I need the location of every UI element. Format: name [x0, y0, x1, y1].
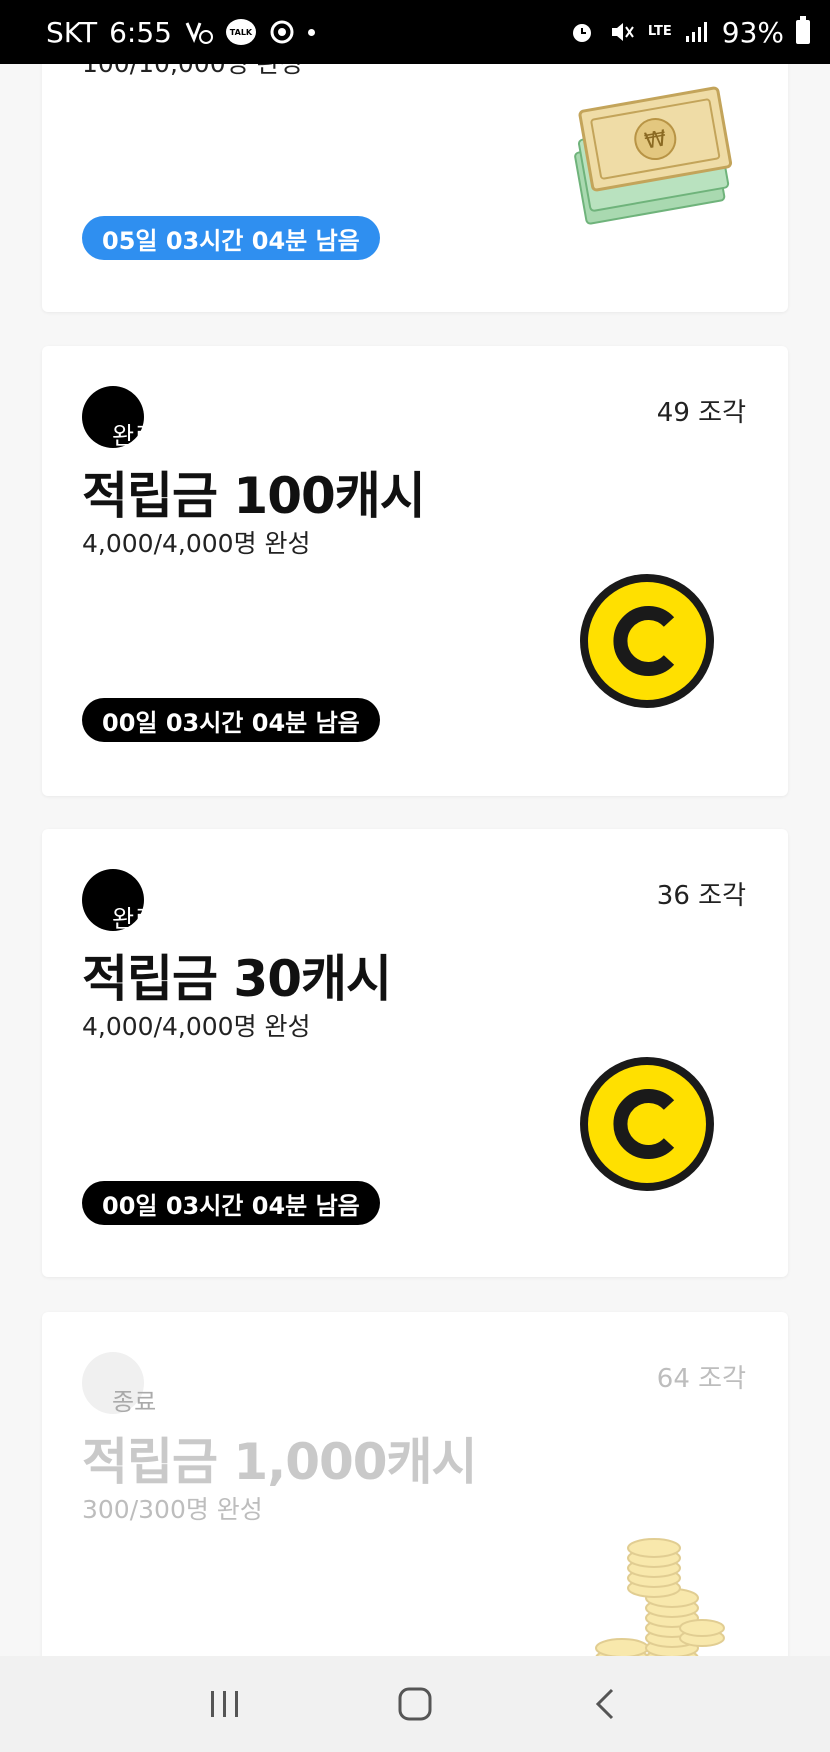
recent-apps-icon	[211, 1691, 238, 1717]
home-icon	[398, 1687, 432, 1721]
reward-title: 적립금 1,000캐시	[82, 1433, 478, 1491]
battery-icon	[796, 16, 810, 44]
status-label: 완료	[112, 905, 157, 933]
back-icon	[595, 1688, 614, 1720]
status-label: 완료	[112, 422, 157, 450]
reward-card[interactable]: 36 조각 완료 적립금 30캐시 4,000/4,000명 완성 00일 03…	[42, 829, 788, 1277]
reward-card[interactable]: 49 조각 완료 적립금 100캐시 4,000/4,000명 완성 00일 0…	[42, 346, 788, 796]
more-notifications-icon	[307, 28, 315, 36]
participants-progress: 4,000/4,000명 완성	[82, 529, 311, 558]
signal-icon	[684, 15, 710, 49]
carrier-label: SKT	[46, 15, 98, 49]
system-nav-bar	[0, 1656, 830, 1752]
alarm-icon	[568, 15, 596, 49]
status-bar: SKT 6:55 TALK LTE 93%	[0, 0, 830, 64]
reward-title: 적립금 30캐시	[82, 950, 392, 1008]
banknotes-icon: ₩	[566, 80, 736, 234]
participants-progress: 4,000/4,000명 완성	[82, 1012, 311, 1041]
kakaotalk-icon: TALK	[225, 15, 256, 49]
piece-count: 36 조각	[656, 881, 746, 911]
network-type: LTE	[647, 24, 672, 39]
svg-text:₩: ₩	[643, 126, 669, 154]
back-button[interactable]	[575, 1674, 635, 1734]
home-button[interactable]	[385, 1674, 445, 1734]
participants-progress: 300/300명 완성	[82, 1495, 263, 1524]
status-badge: 완료	[82, 386, 162, 450]
time-remaining-badge: 00일 03시간 04분 남음	[82, 1181, 380, 1225]
reward-title: 적립금 100캐시	[82, 467, 426, 525]
status-badge: 완료	[82, 869, 162, 933]
piece-count: 64 조각	[656, 1364, 746, 1394]
time-remaining-badge: 00일 03시간 04분 남음	[82, 698, 380, 742]
status-badge: 종료	[82, 1352, 162, 1416]
clock: 6:55	[109, 15, 172, 49]
coin-stack-icon	[562, 1528, 732, 1672]
battery-percent: 93%	[721, 15, 784, 49]
piece-count: 49 조각	[656, 398, 746, 428]
cash-coin-icon	[576, 570, 718, 716]
sync-icon	[268, 15, 296, 49]
recent-apps-button[interactable]	[195, 1674, 255, 1734]
time-remaining-badge: 05일 03시간 04분 남음	[82, 216, 380, 260]
cash-coin-icon	[576, 1053, 718, 1199]
mute-icon	[608, 15, 636, 49]
volte-icon	[184, 15, 214, 49]
status-label: 종료	[112, 1388, 157, 1416]
